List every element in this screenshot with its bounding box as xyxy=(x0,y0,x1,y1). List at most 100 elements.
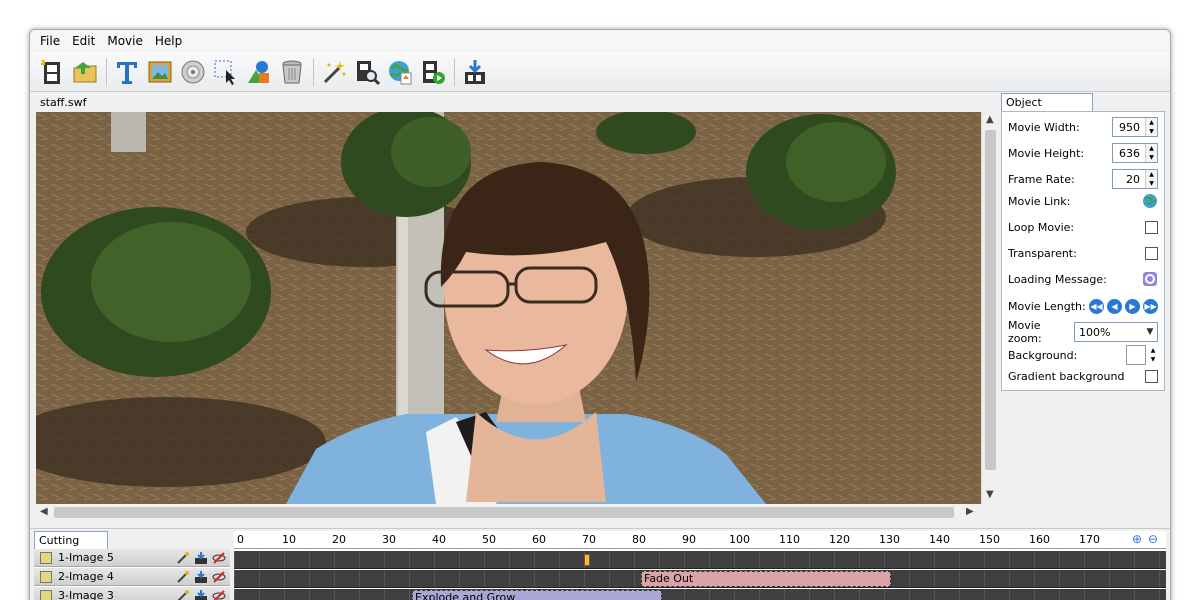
canvas-vertical-scrollbar[interactable]: ▲ ▼ xyxy=(981,112,998,504)
shapes-tool-button[interactable] xyxy=(243,56,275,88)
open-file-button[interactable] xyxy=(69,56,101,88)
sound-tool-button[interactable] xyxy=(177,56,209,88)
ruler-tick: 160 xyxy=(1029,533,1050,546)
ruler-tick: 50 xyxy=(482,533,496,546)
timeline[interactable]: 0 10 20 30 40 50 60 70 80 90 100 110 120… xyxy=(234,531,1166,600)
stepper-arrows-icon[interactable]: ▲ ▼ xyxy=(1148,346,1158,364)
loop-movie-checkbox[interactable] xyxy=(1145,220,1158,234)
loading-message-label: Loading Message: xyxy=(1008,272,1107,286)
export-icon[interactable] xyxy=(194,570,208,584)
new-movie-button[interactable] xyxy=(36,56,68,88)
menu-edit[interactable]: Edit xyxy=(66,32,101,50)
tab-object-properties[interactable]: Object Properties xyxy=(1001,93,1093,122)
delete-button[interactable] xyxy=(276,56,308,88)
frame-rate-value[interactable]: 20 xyxy=(1126,173,1145,186)
effect-explode-and-grow[interactable]: Explode and Grow xyxy=(412,590,662,600)
stepper-arrows-icon[interactable]: ▲ ▼ xyxy=(1145,144,1157,162)
zoom-in-icon[interactable]: ⊕ xyxy=(1132,532,1142,546)
export-icon[interactable] xyxy=(194,589,208,600)
movie-length-label: Movie Length: xyxy=(1008,299,1086,313)
rewind-icon[interactable]: ◀◀ xyxy=(1089,298,1104,314)
layer-row[interactable]: 1-Image 5 xyxy=(34,549,230,567)
effects-button[interactable] xyxy=(318,56,350,88)
frame-rate-stepper[interactable]: 20 ▲ ▼ xyxy=(1112,169,1158,189)
zoom-out-icon[interactable]: ⊖ xyxy=(1148,532,1158,546)
movie-width-label: Movie Width: xyxy=(1008,120,1080,134)
loading-message-row: Loading Message: xyxy=(1008,268,1158,290)
stepper-arrows-icon[interactable]: ▲ ▼ xyxy=(1145,170,1157,188)
magic-wand-icon[interactable] xyxy=(176,570,190,584)
canvas-horizontal-scrollbar[interactable]: ◀ ▶ xyxy=(36,504,981,521)
menu-movie[interactable]: Movie xyxy=(101,32,149,50)
movie-height-value[interactable]: 636 xyxy=(1119,147,1145,160)
gradient-background-row: Gradient background xyxy=(1008,365,1158,387)
export-button[interactable] xyxy=(459,56,491,88)
tab-cutting-room[interactable]: Cutting Room xyxy=(34,531,108,560)
layer-row[interactable]: 3-Image 3 xyxy=(34,587,230,600)
horizontal-scroll-thumb[interactable] xyxy=(54,507,954,518)
ruler-tick: 110 xyxy=(779,533,800,546)
movie-zoom-select[interactable]: 100% ▼ xyxy=(1074,322,1158,342)
ruler-tick: 100 xyxy=(729,533,750,546)
menu-file[interactable]: File xyxy=(34,32,66,50)
movie-width-value[interactable]: 950 xyxy=(1119,121,1145,134)
transparent-checkbox[interactable] xyxy=(1145,246,1158,260)
layer-list: 1-Image 5 2-Image 4 3-Image 3 xyxy=(34,549,230,600)
export-icon[interactable] xyxy=(194,551,208,565)
ruler-tick: 40 xyxy=(432,533,446,546)
file-name-label: staff.swf xyxy=(40,96,87,109)
fast-forward-icon[interactable]: ▶▶ xyxy=(1143,298,1158,314)
select-tool-button[interactable] xyxy=(210,56,242,88)
image-layer-icon xyxy=(40,570,52,583)
step-back-icon[interactable]: ◀ xyxy=(1107,298,1122,314)
timeline-track[interactable]: Fade Out xyxy=(234,570,1166,588)
magic-wand-icon[interactable] xyxy=(176,589,190,600)
scroll-up-icon[interactable]: ▲ xyxy=(986,115,994,125)
transparent-row: Transparent: xyxy=(1008,242,1158,264)
movie-height-stepper[interactable]: 636 ▲ ▼ xyxy=(1112,143,1158,163)
background-color-swatch[interactable] xyxy=(1126,345,1146,365)
timeline-ruler[interactable]: 0 10 20 30 40 50 60 70 80 90 100 110 120… xyxy=(234,531,1166,549)
menu-help[interactable]: Help xyxy=(149,32,188,50)
movie-height-row: Movie Height: 636 ▲ ▼ xyxy=(1008,142,1158,164)
text-tool-button[interactable] xyxy=(111,56,143,88)
loading-settings-icon[interactable] xyxy=(1142,271,1158,287)
movie-width-stepper[interactable]: 950 ▲ ▼ xyxy=(1112,117,1158,137)
image-layer-icon xyxy=(40,551,52,564)
ruler-tick: 170 xyxy=(1079,533,1100,546)
vertical-scroll-thumb[interactable] xyxy=(985,130,996,470)
image-tool-button[interactable] xyxy=(144,56,176,88)
publish-web-button[interactable] xyxy=(384,56,416,88)
hide-layer-icon[interactable] xyxy=(212,589,226,600)
export-icon xyxy=(465,59,485,84)
magic-wand-icon[interactable] xyxy=(176,551,190,565)
hide-layer-icon[interactable] xyxy=(212,551,226,565)
timeline-track[interactable]: Explode and Grow xyxy=(234,589,1166,600)
play-movie-button[interactable] xyxy=(417,56,449,88)
image-tool-icon xyxy=(148,61,172,82)
step-forward-icon[interactable]: ▶ xyxy=(1125,298,1140,314)
layer-name: 2-Image 4 xyxy=(58,570,114,583)
keyframe-marker[interactable] xyxy=(584,554,590,566)
movie-zoom-row: Movie zoom: 100% ▼ xyxy=(1008,319,1158,345)
ruler-tick: 10 xyxy=(282,533,296,546)
open-file-icon xyxy=(73,61,97,82)
preview-button[interactable] xyxy=(351,56,383,88)
loop-movie-label: Loop Movie: xyxy=(1008,220,1075,234)
scroll-down-icon[interactable]: ▼ xyxy=(986,490,994,500)
chevron-down-icon[interactable]: ▼ xyxy=(1143,327,1157,337)
movie-height-label: Movie Height: xyxy=(1008,146,1085,160)
timeline-track[interactable] xyxy=(234,551,1166,569)
stepper-arrows-icon[interactable]: ▲ ▼ xyxy=(1145,118,1157,136)
gradient-background-checkbox[interactable] xyxy=(1145,369,1158,383)
trash-icon xyxy=(282,60,302,83)
movie-canvas[interactable] xyxy=(36,112,981,504)
effect-fade-out[interactable]: Fade Out xyxy=(641,571,891,587)
globe-icon[interactable] xyxy=(1142,193,1158,209)
layer-row[interactable]: 2-Image 4 xyxy=(34,568,230,586)
ruler-tick: 150 xyxy=(979,533,1000,546)
object-properties-panel: Object Properties Movie Width: 950 ▲▼ Mo… xyxy=(1001,93,1165,523)
scroll-right-icon[interactable]: ▶ xyxy=(966,507,974,517)
hide-layer-icon[interactable] xyxy=(212,570,226,584)
scroll-left-icon[interactable]: ◀ xyxy=(40,507,48,517)
